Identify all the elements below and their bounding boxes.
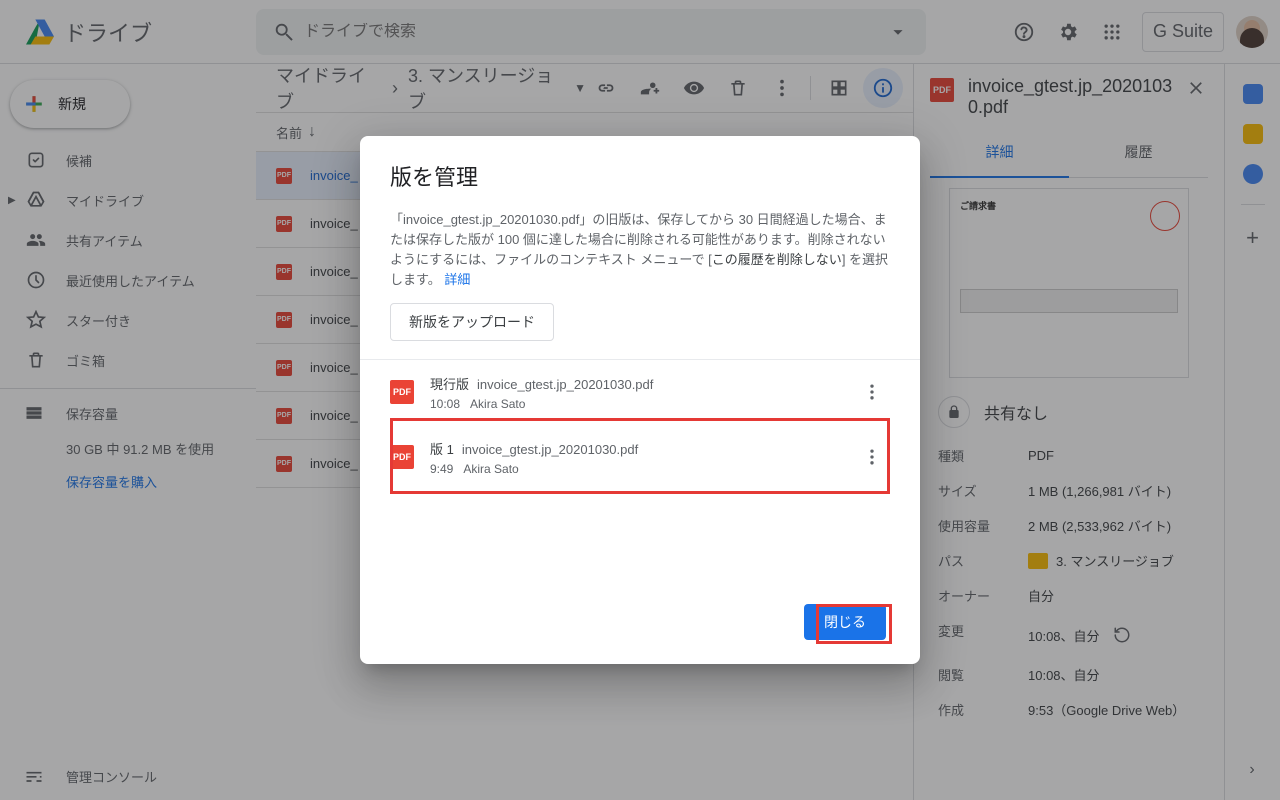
pdf-icon: PDF	[390, 445, 414, 469]
pdf-icon: PDF	[390, 380, 414, 404]
version-filename: invoice_gtest.jp_20201030.pdf	[462, 442, 638, 457]
version-user: Akira Sato	[470, 397, 525, 411]
upload-version-button[interactable]: 新版をアップロード	[390, 303, 554, 341]
version-more-icon[interactable]	[854, 374, 890, 410]
version-more-icon[interactable]	[854, 439, 890, 475]
version-time: 10:08	[430, 397, 460, 411]
dialog-description: 「invoice_gtest.jp_20201030.pdf」の旧版は、保存して…	[390, 210, 890, 291]
version-filename: invoice_gtest.jp_20201030.pdf	[477, 377, 653, 392]
version-tag: 版 1	[430, 439, 454, 458]
dialog-close-button[interactable]: 閉じる	[804, 604, 886, 640]
manage-versions-dialog: 版を管理 「invoice_gtest.jp_20201030.pdf」の旧版は…	[360, 136, 920, 664]
version-time: 9:49	[430, 462, 453, 476]
version-user: Akira Sato	[463, 462, 518, 476]
version-tag: 現行版	[430, 374, 469, 393]
dialog-title: 版を管理	[390, 160, 890, 192]
version-item: PDF 現行版 invoice_gtest.jp_20201030.pdf 10:08…	[360, 360, 920, 425]
learn-more-link[interactable]: 詳細	[444, 272, 470, 287]
version-item: PDF 版 1 invoice_gtest.jp_20201030.pdf 9:49 A…	[360, 425, 920, 490]
version-list: PDF 現行版 invoice_gtest.jp_20201030.pdf 10:08…	[360, 359, 920, 490]
